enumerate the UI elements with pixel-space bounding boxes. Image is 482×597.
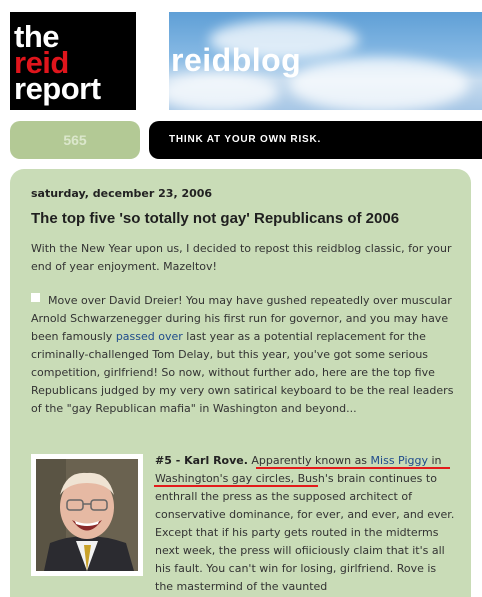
post-date: saturday, december 23, 2006: [31, 187, 213, 200]
post-intro: With the New Year upon us, I decided to …: [31, 242, 452, 273]
blog-banner[interactable]: reidblog: [169, 12, 482, 110]
post-title[interactable]: The top five 'so totally not gay' Republ…: [31, 210, 399, 227]
cloud-decoration: [289, 57, 469, 110]
hit-counter-value: 565: [63, 132, 87, 148]
red-underline-annotation: [154, 485, 318, 487]
section-text-2: in Washington's gay circles, Bush's brai…: [155, 454, 455, 593]
passed-over-link[interactable]: passed over: [116, 330, 183, 343]
photo-image: [36, 459, 138, 571]
banner-title: reidblog: [171, 42, 302, 78]
site-logo[interactable]: the reid report: [10, 12, 136, 110]
section-heading: #5 - Karl Rove.: [155, 454, 248, 467]
tagline-bar: THINK AT YOUR OWN RISK.: [149, 121, 482, 159]
miss-piggy-link[interactable]: Miss Piggy: [371, 454, 428, 467]
karl-rove-photo: [31, 454, 143, 576]
post-paragraph: Move over David Dreier! You may have gus…: [31, 292, 456, 418]
tagline-text: THINK AT YOUR OWN RISK.: [169, 134, 322, 145]
red-underline-annotation: [256, 467, 450, 469]
hit-counter: 565: [10, 121, 140, 159]
section-text-1: Apparently known as: [247, 454, 371, 467]
logo-line-report: report: [14, 71, 101, 106]
karl-rove-section: #5 - Karl Rove. Apparently known as Miss…: [155, 452, 455, 596]
person-photo-icon: [36, 459, 138, 571]
